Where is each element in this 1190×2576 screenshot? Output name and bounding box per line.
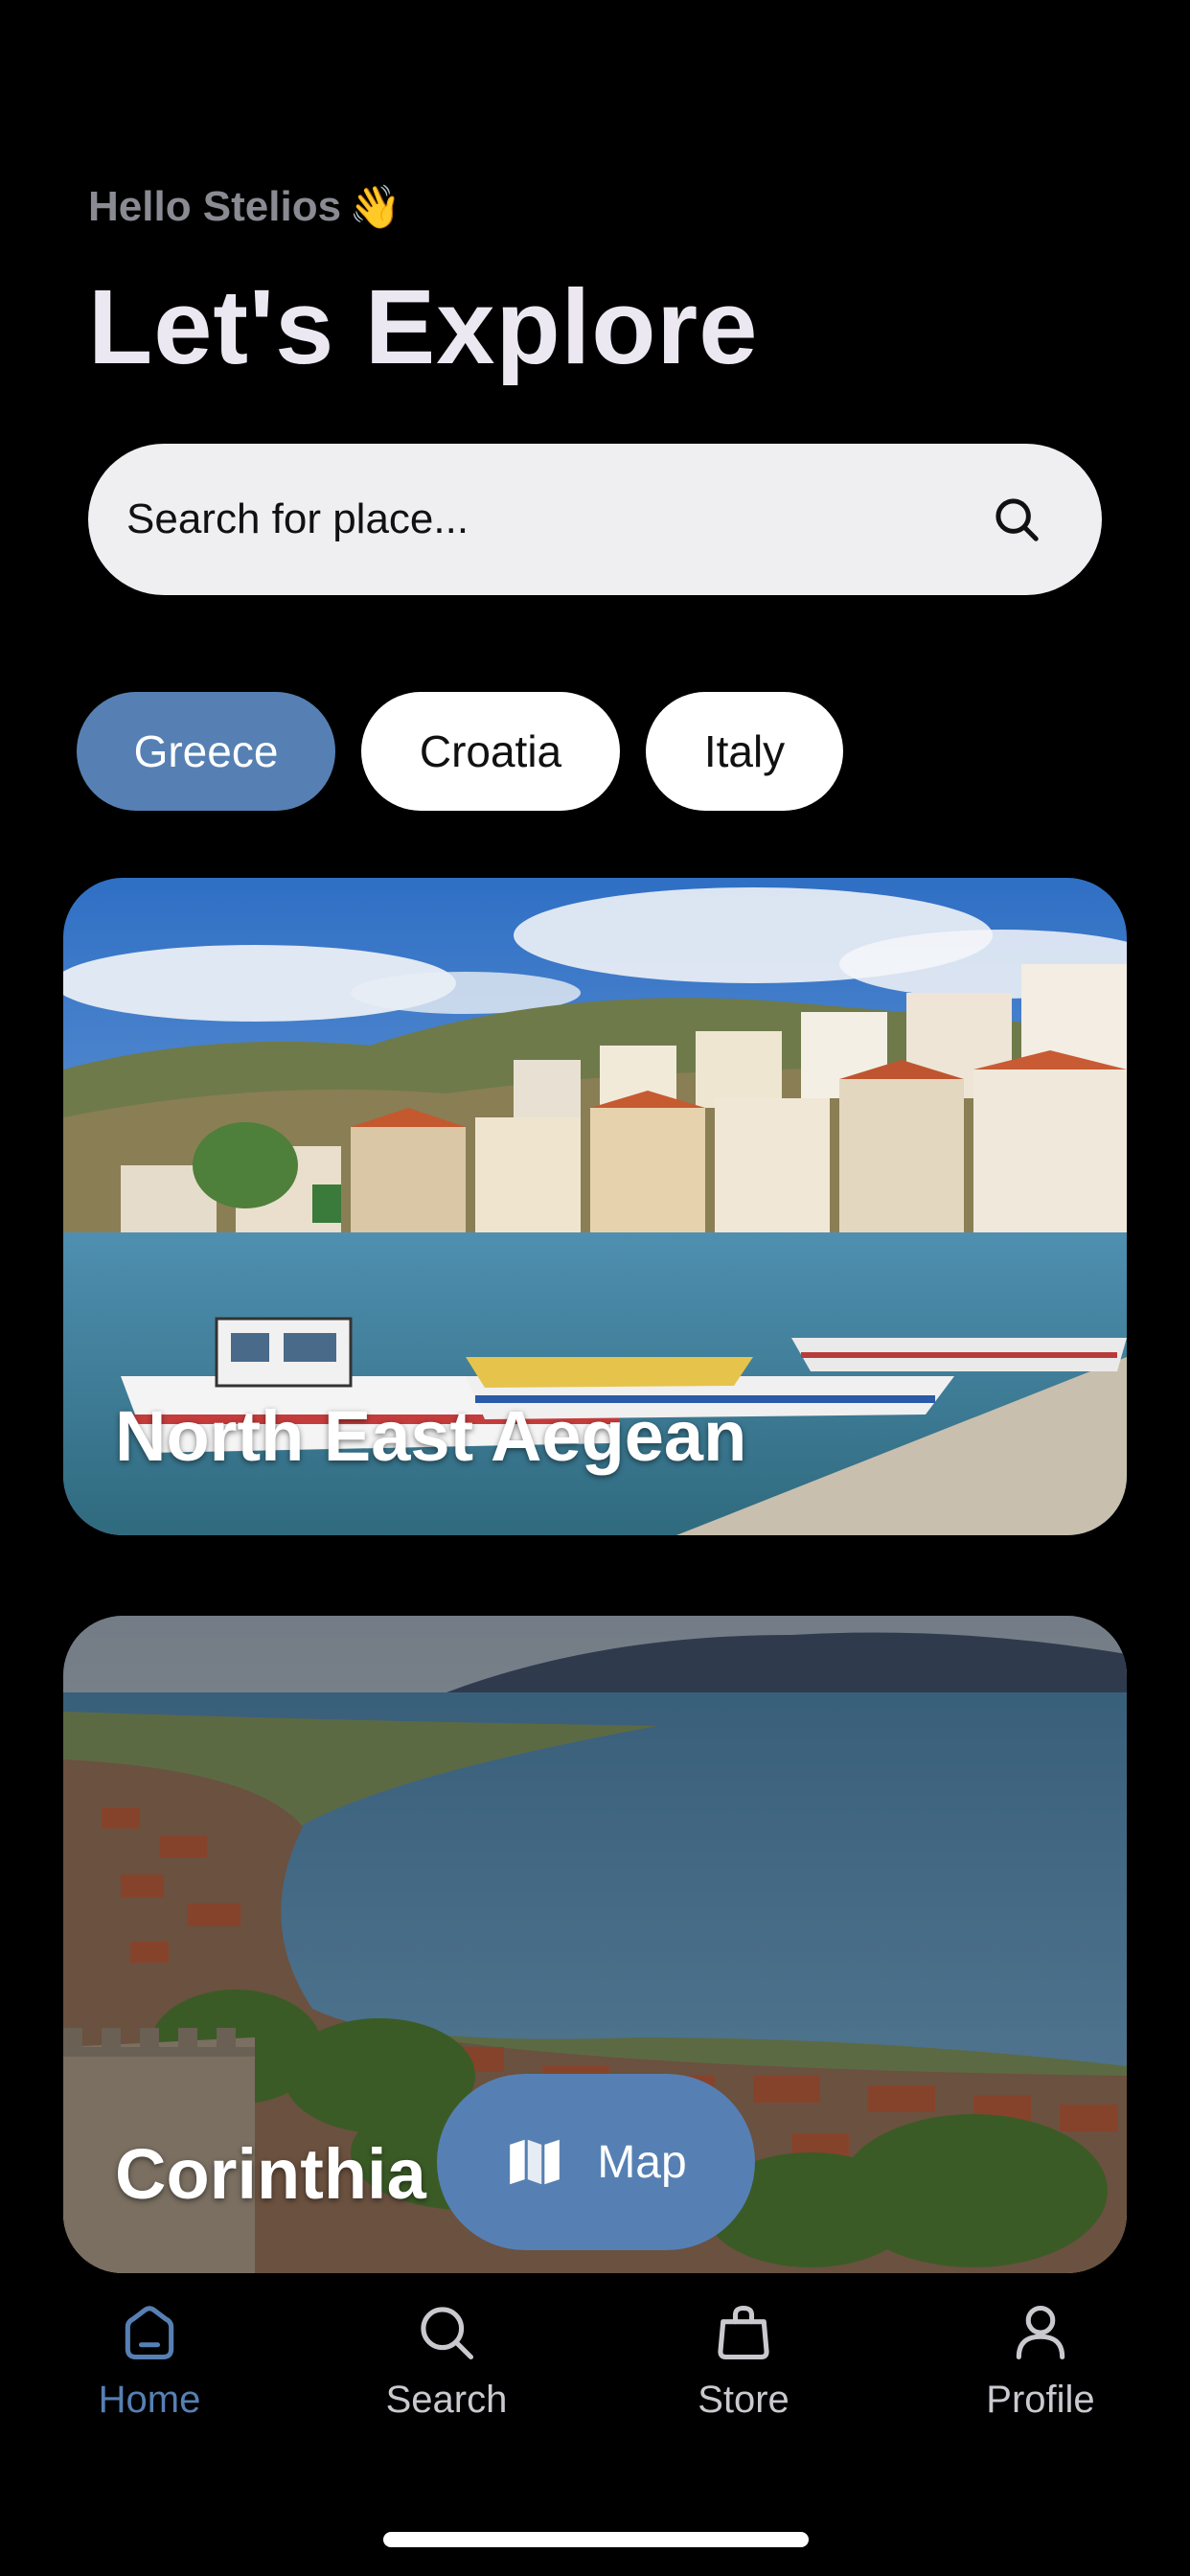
shopping-bag-icon xyxy=(711,2300,776,2365)
person-icon xyxy=(1008,2300,1073,2365)
wave-emoji: 👋 xyxy=(349,184,401,231)
search-bar[interactable] xyxy=(88,444,1102,595)
map-button-label: Map xyxy=(597,2136,687,2188)
tab-store-label: Store xyxy=(698,2379,790,2421)
search-input[interactable] xyxy=(126,495,950,543)
search-icon xyxy=(414,2300,479,2365)
card-title: Corinthia xyxy=(115,2134,426,2214)
tab-bar: Home Search Store Profile xyxy=(0,2300,1190,2472)
tab-profile[interactable]: Profile xyxy=(945,2300,1136,2422)
greeting: Hello Stelios 👋 xyxy=(88,182,401,232)
tab-store[interactable]: Store xyxy=(648,2300,839,2422)
chip-croatia[interactable]: Croatia xyxy=(361,692,620,811)
explore-screen: Hello Stelios 👋 Let's Explore Greece Cro… xyxy=(0,0,1190,2576)
chip-italy[interactable]: Italy xyxy=(646,692,843,811)
country-filter: Greece Croatia Italy xyxy=(77,692,843,811)
card-title: North East Aegean xyxy=(115,1396,747,1476)
map-icon xyxy=(505,2132,564,2192)
tab-home-label: Home xyxy=(98,2379,201,2421)
search-icon[interactable] xyxy=(991,494,1042,545)
greeting-text: Hello Stelios xyxy=(88,183,342,230)
tab-search-label: Search xyxy=(385,2379,508,2421)
home-indicator[interactable] xyxy=(383,2532,809,2547)
tab-search[interactable]: Search xyxy=(351,2300,542,2422)
chip-greece[interactable]: Greece xyxy=(77,692,335,811)
tab-profile-label: Profile xyxy=(986,2379,1095,2421)
map-button[interactable]: Map xyxy=(437,2074,755,2250)
tab-home[interactable]: Home xyxy=(54,2300,245,2422)
home-icon xyxy=(117,2300,182,2365)
destination-card-north-east-aegean[interactable]: North East Aegean xyxy=(63,878,1127,1535)
page-title: Let's Explore xyxy=(88,268,759,386)
